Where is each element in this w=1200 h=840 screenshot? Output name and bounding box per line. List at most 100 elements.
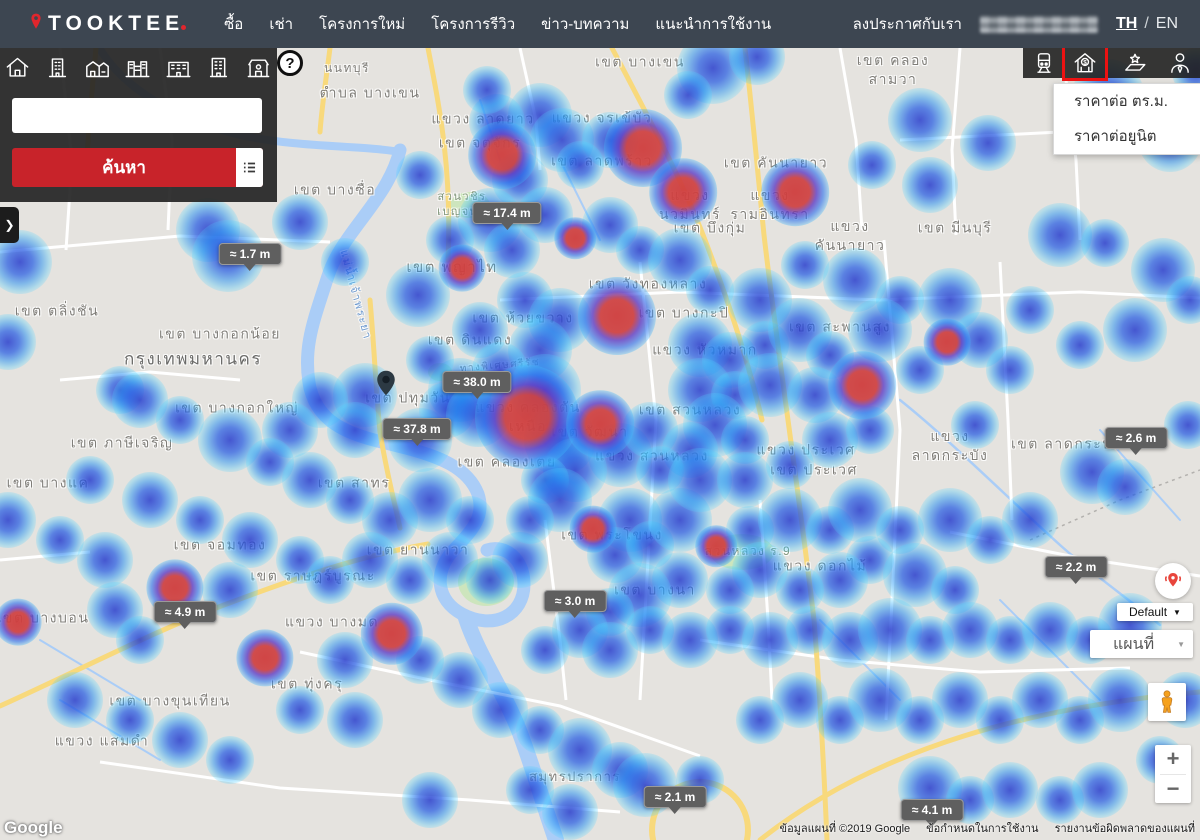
post-listing-link[interactable]: ลงประกาศกับเรา [853,12,962,36]
district-label: แขวง หัวหมาก [652,341,758,360]
district-label: สมุทรปราการ [529,768,621,786]
district-label: แขวง ลาดกระบัง [912,427,989,465]
district-label: นนทบุรี [324,60,370,76]
district-label: เขต ดินแดง [428,331,512,350]
heatmap-style-dropdown[interactable]: Default ▼ [1117,603,1193,621]
house-icon[interactable] [4,54,31,81]
district-label: เขต บางกอกใหญ่ [175,399,299,418]
navbar-right: ลงประกาศกับเรา TH / EN [853,12,1178,36]
main-menu: ซื้อ เช่า โครงการใหม่ โครงการรีวิว ข่าว-บทคว… [224,12,771,36]
top-navbar: TOOKTEE ซื้อ เช่า โครงการใหม่ โครงการรีวิว ข… [0,0,1200,48]
heatmap-style-value: Default [1129,605,1167,619]
terms-link[interactable]: ข้อกำหนดในการใช้งาน [926,819,1038,837]
district-label: เขต บางบอน [0,609,89,628]
train-layer-icon[interactable] [1031,50,1057,76]
agent-layer-icon[interactable] [1167,50,1193,76]
office-icon[interactable] [205,54,232,81]
district-label: กรุงเทพมหานคร [124,349,262,372]
map-attribution: ข้อมูลแผนที่ ©2019 Google ข้อกำหนดในการใ… [780,819,1195,837]
price-layer-dropdown: ราคาต่อ ตร.ม.ราคาต่อยูนิต [1053,83,1200,155]
lang-th-button[interactable]: TH [1116,15,1137,33]
price-layer-option[interactable]: ราคาต่อ ตร.ม. [1054,84,1200,119]
district-label: แขวง ประเวศ [756,441,855,460]
google-logo: Google [4,818,63,838]
svg-text:$: $ [1083,59,1087,66]
district-label: แขวง คันนายาว [815,217,886,255]
price-label[interactable]: ≈ 4.1 m [901,799,964,821]
nav-item[interactable]: โครงการรีวิว [431,12,515,36]
brand-logo[interactable]: TOOKTEE [26,10,186,39]
district-label: เขต ตลิ่งชัน [15,302,99,321]
pegman-icon [1154,689,1180,715]
price-label[interactable]: ≈ 38.0 m [442,371,511,393]
nav-item[interactable]: ซื้อ [224,12,243,36]
district-label: เขต คลองเตย [457,453,556,472]
price-label[interactable]: ≈ 3.0 m [544,590,607,612]
district-label: แขวง แสมดำ [55,732,149,751]
district-label: แขวง จรเข้บัว [552,109,653,128]
price-label[interactable]: ≈ 2.1 m [644,786,707,808]
lang-en-button[interactable]: EN [1156,15,1178,33]
search-panel: ค้นหา [0,48,277,202]
map-layer-toolbar: $ [1023,48,1200,78]
price-label[interactable]: ≈ 4.9 m [154,601,217,623]
district-label: เขต คลอง สามวา [857,51,930,89]
district-label: เขต พระโขนง [561,526,663,545]
district-label: เขต ลาดพร้าว [551,152,653,171]
lang-separator: / [1144,15,1148,33]
price-label[interactable]: ≈ 37.8 m [382,418,451,440]
district-label: แขวง ลาดยาว [431,110,534,129]
house-price-layer-icon[interactable]: $ [1072,50,1098,76]
district-label: เขต บางนา [614,581,696,600]
map-type-value: แผนที่ [1090,632,1177,657]
brand-text: TOOKTEE [48,12,184,36]
commercial-icon[interactable] [245,54,272,81]
apartment-icon[interactable] [165,54,192,81]
user-account-redacted[interactable] [980,16,1098,33]
nav-item[interactable]: แนะนำการใช้งาน [655,12,771,36]
pegman-control[interactable] [1148,683,1186,721]
district-label: เขต ยานนาวา [367,541,470,560]
district-label: เขต พญาไท [406,258,497,278]
district-label: เขต สาทร [318,474,391,493]
district-label: แขวง บางมด [285,613,379,632]
zoom-in-button[interactable]: + [1155,745,1191,774]
district-label: เขต สวนหลวง [639,401,741,420]
townhouse-icon[interactable] [84,54,111,81]
panel-collapse-toggle[interactable]: ❯ [0,207,19,243]
search-input[interactable] [12,98,262,133]
caret-down-icon: ▼ [1173,608,1181,617]
map-type-dropdown[interactable]: แผนที่ ▼ [1090,630,1193,658]
district-label: เขต ห้วยขวาง [472,309,573,328]
zoom-out-button[interactable]: − [1155,775,1191,804]
star-area-layer-icon[interactable] [1122,50,1148,76]
nav-item[interactable]: โครงการใหม่ [319,12,405,36]
district-label: เขต คันนายาว [724,154,828,173]
price-label[interactable]: ≈ 2.6 m [1105,427,1168,449]
district-label: เขต บางกะปิ [639,304,730,323]
price-label[interactable]: ≈ 1.7 m [219,243,282,265]
map-data-notice: ข้อมูลแผนที่ ©2019 Google [780,819,911,837]
search-button[interactable]: ค้นหา [12,148,263,187]
price-label[interactable]: ≈ 2.2 m [1045,556,1108,578]
help-button[interactable]: ? [277,50,303,76]
district-label: เขต วังทองหลาง [589,275,708,294]
district-label: เขต บางกอกน้อย [159,325,281,344]
district-label: เขต บางเขน [595,53,685,72]
district-label: เขต บางขุนเทียน [109,692,230,711]
price-layer-option[interactable]: ราคาต่อยูนิต [1054,119,1200,154]
price-label[interactable]: ≈ 17.4 m [472,202,541,224]
my-location-button[interactable] [1155,563,1191,599]
list-view-icon[interactable] [236,148,263,187]
district-label: เขต สะพานสูง [789,318,891,337]
report-error-link[interactable]: รายงานข้อผิดพลาดของแผนที่ [1055,819,1195,837]
nav-item[interactable]: ข่าว-บทความ [541,12,629,36]
district-label: ตำบล บางเขน [320,84,421,103]
language-switcher: TH / EN [1116,15,1178,33]
map-pin-marker[interactable] [372,364,400,402]
district-label: เขต ราษฎร์บูรณะ [250,567,375,586]
twin-tower-icon[interactable] [124,54,151,81]
district-label: เขต วัฒนา [551,423,628,442]
nav-item[interactable]: เช่า [269,12,293,36]
condo-icon[interactable] [44,54,71,81]
